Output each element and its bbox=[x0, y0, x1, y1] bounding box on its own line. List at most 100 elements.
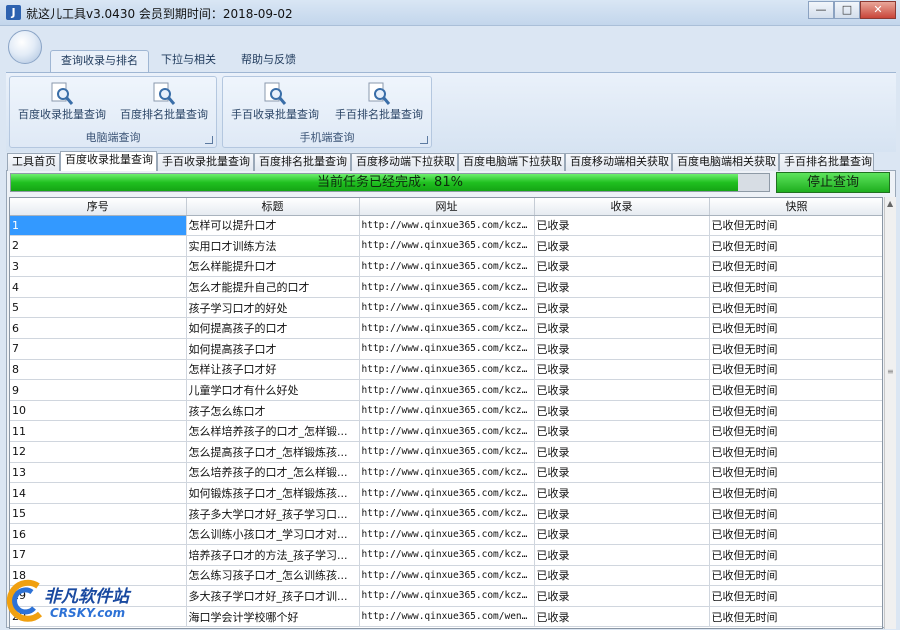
row-index-cell[interactable]: 3 bbox=[10, 256, 187, 278]
column-header[interactable]: 序号 bbox=[10, 198, 187, 216]
row-snapshot-cell[interactable]: 已收但无时间 bbox=[709, 215, 882, 237]
table-row[interactable]: 3 怎么样能提升口才 http://www.qinxue365.com/kcz...… bbox=[10, 256, 882, 278]
row-index-cell[interactable]: 1 bbox=[10, 215, 187, 237]
results-table[interactable]: 序号 标题 网址 收录 快照 1 怎样可以提升口才 http://www.qinxu… bbox=[9, 197, 883, 629]
table-row[interactable]: 16 怎么训练小孩口才_学习口才对... http://www.qinxue365.… bbox=[10, 523, 882, 545]
baidu-rank-batch-button[interactable]: 百度排名批量查询 bbox=[114, 80, 214, 124]
table-row[interactable]: 17 培养孩子口才的方法_孩子学习... http://www.qinxue365.… bbox=[10, 544, 882, 566]
table-row[interactable]: 13 怎么培养孩子的口才_怎么样锻... http://www.qinxue365.… bbox=[10, 462, 882, 484]
row-title-cell[interactable]: 怎么样培养孩子的口才_怎样锻... bbox=[186, 420, 360, 443]
tab-baidu-index-batch[interactable]: 百度收录批量查询 bbox=[60, 151, 157, 171]
row-index-status-cell[interactable]: 已收录 bbox=[534, 420, 710, 443]
row-index-status-cell[interactable]: 已收录 bbox=[534, 503, 710, 525]
table-row[interactable]: 4 怎么才能提升自己的口才 http://www.qinxue365.com/kcz… bbox=[10, 276, 882, 298]
row-url-cell[interactable]: http://www.qinxue365.com/kcz... bbox=[359, 317, 535, 340]
row-index-cell[interactable]: 9 bbox=[10, 379, 187, 401]
row-title-cell[interactable]: 如何提高孩子口才 bbox=[186, 338, 360, 360]
row-index-cell[interactable]: 2 bbox=[10, 235, 187, 257]
row-title-cell[interactable]: 怎么练习孩子口才_怎么训练孩... bbox=[186, 565, 360, 587]
shoubai-index-batch-button[interactable]: 手百收录批量查询 bbox=[225, 80, 325, 124]
row-snapshot-cell[interactable]: 已收但无时间 bbox=[709, 565, 882, 587]
row-title-cell[interactable]: 怎样让孩子口才好 bbox=[186, 359, 360, 381]
table-row[interactable]: 5 孩子学习口才的好处 http://www.qinxue365.com/kcz..… bbox=[10, 297, 882, 319]
row-url-cell[interactable]: http://www.qinxue365.com/kcz... bbox=[359, 276, 535, 298]
ribbon-tab-help-feedback[interactable]: 帮助与反馈 bbox=[231, 50, 306, 72]
vertical-scrollbar[interactable]: ▲ ≡ bbox=[884, 197, 896, 629]
stop-query-button[interactable]: 停止查询 bbox=[776, 172, 890, 193]
row-index-cell[interactable]: 7 bbox=[10, 338, 187, 360]
row-title-cell[interactable]: 儿童学口才有什么好处 bbox=[186, 379, 360, 401]
row-index-cell[interactable]: 6 bbox=[10, 317, 187, 340]
row-url-cell[interactable]: http://www.qinxue365.com/kcz... bbox=[359, 585, 535, 607]
row-index-status-cell[interactable]: 已收录 bbox=[534, 317, 710, 340]
tab-baidu-rank-batch[interactable]: 百度排名批量查询 bbox=[254, 153, 351, 171]
row-index-cell[interactable]: 8 bbox=[10, 359, 187, 381]
table-row[interactable]: 2 实用口才训练方法 http://www.qinxue365.com/kcz...… bbox=[10, 235, 882, 257]
row-url-cell[interactable]: http://www.qinxue365.com/kcz... bbox=[359, 441, 535, 463]
close-button[interactable]: ✕ bbox=[860, 1, 896, 19]
baidu-index-batch-button[interactable]: 百度收录批量查询 bbox=[12, 80, 112, 124]
tab-baidu-desktop-related[interactable]: 百度电脑端相关获取 bbox=[672, 153, 779, 171]
tab-shoubai-rank-batch[interactable]: 手百排名批量查询 bbox=[779, 153, 874, 171]
table-row[interactable]: 6 如何提高孩子的口才 http://www.qinxue365.com/kcz..… bbox=[10, 317, 882, 340]
row-title-cell[interactable]: 孩子学习口才的好处 bbox=[186, 297, 360, 319]
row-url-cell[interactable]: http://www.qinxue365.com/kcz... bbox=[359, 338, 535, 360]
table-row[interactable]: 1 怎样可以提升口才 http://www.qinxue365.com/kcz...… bbox=[10, 215, 882, 237]
row-snapshot-cell[interactable]: 已收但无时间 bbox=[709, 441, 882, 463]
scroll-up-arrow-icon[interactable]: ▲ bbox=[887, 199, 893, 208]
tab-shoubai-index-batch[interactable]: 手百收录批量查询 bbox=[157, 153, 254, 171]
row-title-cell[interactable]: 怎么提高孩子口才_怎样锻炼孩... bbox=[186, 441, 360, 463]
row-snapshot-cell[interactable]: 已收但无时间 bbox=[709, 523, 882, 545]
row-index-status-cell[interactable]: 已收录 bbox=[534, 379, 710, 401]
row-snapshot-cell[interactable]: 已收但无时间 bbox=[709, 235, 882, 257]
row-title-cell[interactable]: 怎么培养孩子的口才_怎么样锻... bbox=[186, 462, 360, 484]
row-index-status-cell[interactable]: 已收录 bbox=[534, 215, 710, 237]
row-index-cell[interactable]: 17 bbox=[10, 544, 187, 566]
dialog-launcher-icon[interactable] bbox=[420, 136, 428, 144]
row-index-cell[interactable]: 15 bbox=[10, 503, 187, 525]
scroll-grip-icon[interactable]: ≡ bbox=[887, 367, 894, 376]
row-index-status-cell[interactable]: 已收录 bbox=[534, 441, 710, 463]
row-index-status-cell[interactable]: 已收录 bbox=[534, 523, 710, 545]
row-url-cell[interactable]: http://www.qinxue365.com/kcz... bbox=[359, 235, 535, 257]
row-index-status-cell[interactable]: 已收录 bbox=[534, 400, 710, 422]
row-snapshot-cell[interactable]: 已收但无时间 bbox=[709, 256, 882, 278]
tab-baidu-mobile-dropdown[interactable]: 百度移动端下拉获取 bbox=[351, 153, 458, 171]
application-menu-orb[interactable] bbox=[8, 30, 42, 64]
row-snapshot-cell[interactable]: 已收但无时间 bbox=[709, 276, 882, 298]
ribbon-tab-index-rank[interactable]: 查询收录与排名 bbox=[50, 50, 149, 73]
table-row[interactable]: 15 孩子多大学口才好_孩子学习口... http://www.qinxue365.… bbox=[10, 503, 882, 525]
row-url-cell[interactable]: http://www.qinxue365.com/kcz... bbox=[359, 565, 535, 587]
row-snapshot-cell[interactable]: 已收但无时间 bbox=[709, 606, 882, 628]
row-snapshot-cell[interactable]: 已收但无时间 bbox=[709, 359, 882, 381]
row-index-cell[interactable]: 11 bbox=[10, 420, 187, 443]
column-header[interactable]: 收录 bbox=[534, 198, 710, 216]
column-header[interactable]: 网址 bbox=[359, 198, 535, 216]
row-url-cell[interactable]: http://www.qinxue365.com/kcz... bbox=[359, 420, 535, 443]
column-header[interactable]: 快照 bbox=[709, 198, 882, 216]
row-title-cell[interactable]: 培养孩子口才的方法_孩子学习... bbox=[186, 544, 360, 566]
column-header[interactable]: 标题 bbox=[186, 198, 360, 216]
row-index-cell[interactable]: 14 bbox=[10, 482, 187, 504]
row-index-status-cell[interactable]: 已收录 bbox=[534, 338, 710, 360]
row-index-cell[interactable]: 16 bbox=[10, 523, 187, 545]
shoubai-rank-batch-button[interactable]: 手百排名批量查询 bbox=[329, 80, 429, 124]
table-row[interactable]: 7 如何提高孩子口才 http://www.qinxue365.com/kcz...… bbox=[10, 338, 882, 360]
row-index-cell[interactable]: 13 bbox=[10, 462, 187, 484]
row-index-status-cell[interactable]: 已收录 bbox=[534, 544, 710, 566]
row-url-cell[interactable]: http://www.qinxue365.com/kcz... bbox=[359, 503, 535, 525]
row-url-cell[interactable]: http://www.qinxue365.com/kcz... bbox=[359, 400, 535, 422]
row-snapshot-cell[interactable]: 已收但无时间 bbox=[709, 317, 882, 340]
row-title-cell[interactable]: 如何锻炼孩子口才_怎样锻炼孩... bbox=[186, 482, 360, 504]
row-url-cell[interactable]: http://www.qinxue365.com/kcz... bbox=[359, 256, 535, 278]
row-index-status-cell[interactable]: 已收录 bbox=[534, 256, 710, 278]
row-index-status-cell[interactable]: 已收录 bbox=[534, 606, 710, 628]
dialog-launcher-icon[interactable] bbox=[205, 136, 213, 144]
row-snapshot-cell[interactable]: 已收但无时间 bbox=[709, 503, 882, 525]
row-url-cell[interactable]: http://www.qinxue365.com/kcz... bbox=[359, 544, 535, 566]
row-snapshot-cell[interactable]: 已收但无时间 bbox=[709, 544, 882, 566]
row-index-cell[interactable]: 5 bbox=[10, 297, 187, 319]
row-index-status-cell[interactable]: 已收录 bbox=[534, 565, 710, 587]
row-snapshot-cell[interactable]: 已收但无时间 bbox=[709, 420, 882, 443]
maximize-button[interactable]: □ bbox=[834, 1, 860, 19]
